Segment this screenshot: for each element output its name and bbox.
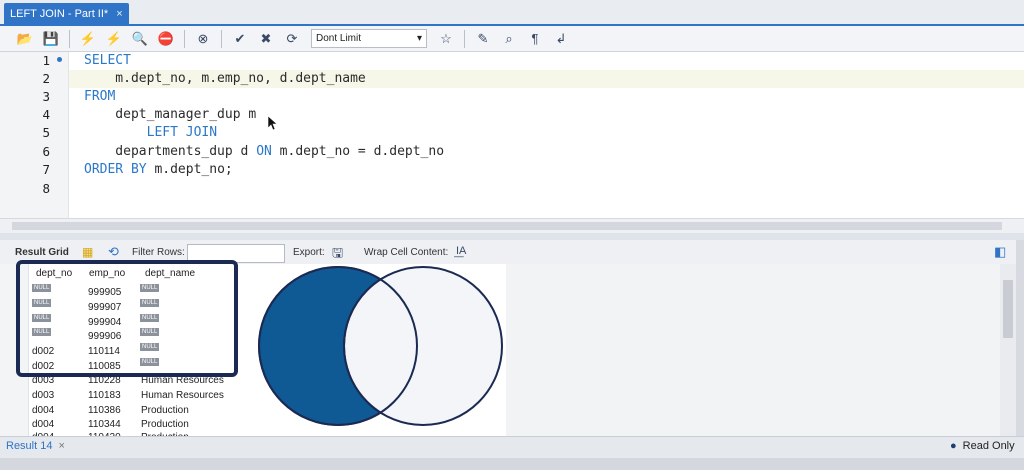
close-icon[interactable]: × bbox=[116, 8, 122, 20]
code-text: m.dept_no = d.dept_no bbox=[271, 144, 445, 159]
result-grid-tab[interactable]: Result Grid bbox=[15, 247, 69, 258]
beautify-icon[interactable]: ✎ bbox=[472, 29, 494, 49]
toggle-error-icon[interactable]: ⊗ bbox=[192, 29, 214, 49]
sql-toolbar: 📂 💾 ⚡ ⚡ 🔍 ⛔ ⊗ ✔ ✖ ⟳ Dont Limit ▾ ☆ ✎ ⌕ ¶… bbox=[0, 26, 1024, 52]
editor-horizontal-scrollbar[interactable] bbox=[0, 218, 1024, 233]
line-gutter: 1 2 3 4 5 6 7 8 bbox=[0, 52, 69, 218]
code-text: departments_dup d bbox=[84, 144, 257, 159]
line-number: 5 bbox=[42, 125, 50, 140]
limit-rows-value: Dont Limit bbox=[316, 33, 362, 44]
side-panel-strip bbox=[1016, 240, 1024, 440]
wrap-cell-icon[interactable]: I͟A bbox=[456, 245, 466, 257]
keyword: LEFT JOIN bbox=[84, 125, 218, 140]
info-icon: ● bbox=[950, 440, 957, 452]
highlight-annotation-box bbox=[16, 260, 238, 377]
grid-cell[interactable]: d004 bbox=[32, 405, 54, 416]
statement-marker-icon bbox=[57, 57, 62, 62]
grid-cell[interactable]: d004 bbox=[32, 419, 54, 430]
chevron-down-icon: ▾ bbox=[416, 33, 422, 44]
result-empty-area bbox=[506, 264, 1000, 440]
code-line: departments_dup d ON m.dept_no = d.dept_… bbox=[84, 144, 444, 159]
filter-rows-label: Filter Rows: bbox=[132, 247, 185, 258]
line-number: 2 bbox=[42, 71, 50, 86]
code-line: ORDER BY m.dept_no; bbox=[84, 162, 233, 177]
rollback-icon[interactable]: ✖ bbox=[255, 29, 277, 49]
bottom-strip bbox=[0, 458, 1024, 470]
result-vertical-scrollbar[interactable] bbox=[1000, 264, 1016, 440]
code-text: m.dept_no; bbox=[146, 162, 233, 177]
panel-toggle-icon[interactable]: ◧ bbox=[994, 244, 1006, 260]
tab-bar bbox=[0, 0, 1024, 25]
grid-cell[interactable]: 110183 bbox=[88, 390, 121, 401]
grid-cell[interactable]: 110344 bbox=[88, 419, 121, 430]
autocommit-icon[interactable]: ⟳ bbox=[281, 29, 303, 49]
line-number: 1 bbox=[42, 53, 50, 68]
commit-icon[interactable]: ✔ bbox=[229, 29, 251, 49]
export-label: Export: bbox=[293, 247, 325, 258]
wrap-cell-label: Wrap Cell Content: bbox=[364, 247, 449, 258]
execute-icon[interactable]: ⚡ bbox=[77, 29, 99, 49]
grid-cell[interactable]: Production bbox=[141, 405, 189, 416]
line-number: 7 bbox=[42, 162, 50, 177]
grid-cell[interactable]: 110386 bbox=[88, 405, 121, 416]
code-line: dept_manager_dup m bbox=[84, 107, 257, 122]
grid-cell[interactable]: Human Resources bbox=[141, 390, 224, 401]
read-only-indicator: ● Read Only bbox=[950, 440, 1015, 452]
limit-rows-select[interactable]: Dont Limit ▾ bbox=[311, 29, 427, 48]
mouse-cursor-icon bbox=[268, 116, 278, 131]
open-file-icon[interactable]: 📂 bbox=[14, 29, 36, 49]
line-number: 8 bbox=[42, 181, 50, 196]
keyword: ORDER BY bbox=[84, 162, 147, 177]
status-bar bbox=[0, 436, 1024, 459]
grid-cell[interactable]: Production bbox=[141, 419, 189, 430]
toolbar-divider bbox=[464, 29, 465, 48]
venn-diagram bbox=[254, 264, 506, 440]
toolbar-divider bbox=[221, 29, 222, 48]
refresh-icon[interactable]: ⟲ bbox=[108, 244, 119, 260]
left-join-venn bbox=[258, 266, 503, 426]
close-icon[interactable]: × bbox=[58, 440, 64, 452]
code-line: FROM bbox=[84, 89, 115, 104]
grid-cell[interactable]: d003 bbox=[32, 390, 54, 401]
scrollbar-thumb[interactable] bbox=[12, 222, 1002, 230]
find-icon[interactable]: ⌕ bbox=[498, 29, 520, 49]
invisible-chars-icon[interactable]: ¶ bbox=[524, 29, 546, 49]
keyword: ON bbox=[256, 144, 272, 159]
keyword: SELECT bbox=[84, 53, 131, 68]
export-icon[interactable]: 🖫 bbox=[332, 244, 343, 266]
code-line: LEFT JOIN bbox=[84, 125, 217, 140]
query-tab[interactable]: LEFT JOIN - Part II* × bbox=[4, 3, 129, 25]
code-line: SELECT bbox=[84, 53, 131, 68]
explain-icon[interactable]: 🔍 bbox=[129, 29, 151, 49]
line-number: 4 bbox=[42, 107, 50, 122]
toolbar-divider bbox=[184, 29, 185, 48]
result-tab[interactable]: Result 14 × bbox=[6, 436, 65, 456]
keyword: FROM bbox=[84, 89, 116, 104]
code-line: m.dept_no, m.emp_no, d.dept_name bbox=[84, 71, 366, 86]
read-only-label: Read Only bbox=[962, 440, 1015, 452]
toolbar-divider bbox=[69, 29, 70, 48]
line-number: 3 bbox=[42, 89, 50, 104]
result-tab-label: Result 14 bbox=[6, 440, 53, 452]
grid-icon[interactable]: ▦ bbox=[82, 245, 93, 259]
query-tab-title: LEFT JOIN - Part II* bbox=[10, 8, 109, 20]
stop-icon[interactable]: ⛔ bbox=[155, 29, 177, 49]
line-number: 6 bbox=[42, 144, 50, 159]
bookmark-icon[interactable]: ☆ bbox=[435, 29, 457, 49]
save-icon[interactable]: 💾 bbox=[40, 29, 62, 49]
execute-current-icon[interactable]: ⚡ bbox=[103, 29, 125, 49]
scrollbar-thumb[interactable] bbox=[1003, 280, 1013, 338]
wrap-lines-icon[interactable]: ↲ bbox=[550, 29, 572, 49]
